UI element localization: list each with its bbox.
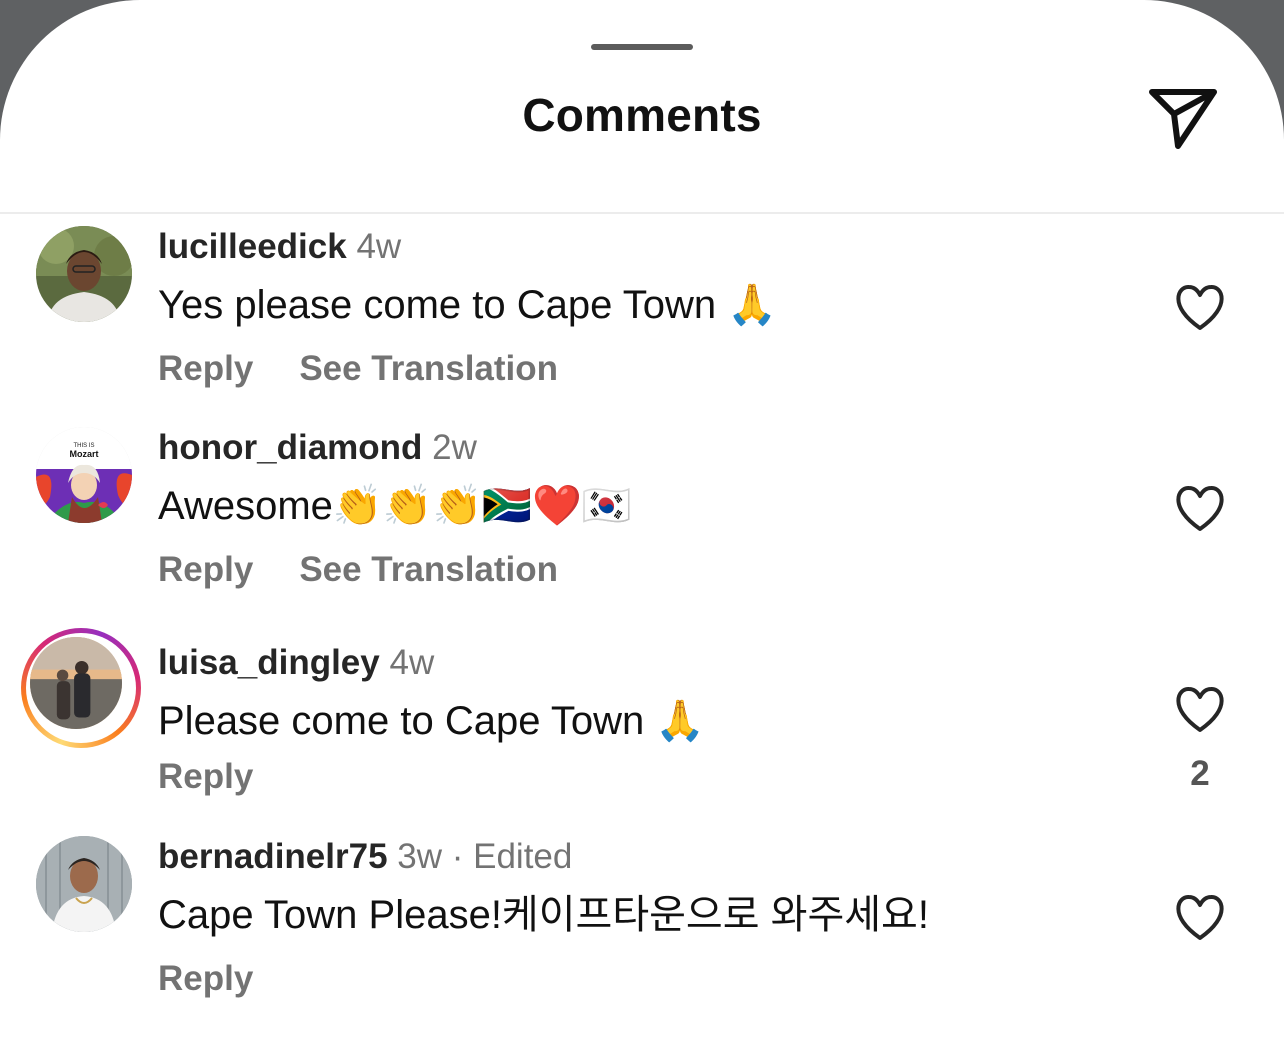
comment-text: Awesome👏👏👏🇿🇦❤️🇰🇷 <box>158 484 632 528</box>
comment-username[interactable]: bernadinelr75 <box>158 837 388 876</box>
reply-button[interactable]: Reply <box>158 959 253 998</box>
avatar-photo <box>36 836 132 932</box>
sheet-title: Comments <box>522 89 762 141</box>
comment-item: THIS IS Mozart honor_diamond 2w Awesome👏… <box>0 415 1284 615</box>
reply-button[interactable]: Reply <box>158 550 253 589</box>
svg-text:Mozart: Mozart <box>70 449 99 459</box>
heart-icon[interactable] <box>1174 485 1226 533</box>
comment-actions: Reply See Translation <box>158 549 604 591</box>
comment-header: luisa_dingley 4w <box>158 642 434 684</box>
comment-username[interactable]: luisa_dingley <box>158 643 380 682</box>
heart-icon[interactable] <box>1174 894 1226 942</box>
comment-text: Please come to Cape Town 🙏 <box>158 699 706 743</box>
comment-item: bernadinelr75 3w · Edited Cape Town Plea… <box>0 824 1284 1024</box>
avatar-photo <box>36 226 132 322</box>
reply-button[interactable]: Reply <box>158 757 253 796</box>
comment-time: 4w <box>389 643 435 682</box>
comment-time: 3w · Edited <box>397 837 573 876</box>
comment-username[interactable]: honor_diamond <box>158 428 422 467</box>
avatar[interactable]: THIS IS Mozart <box>36 427 132 523</box>
see-translation-button[interactable]: See Translation <box>299 349 558 388</box>
avatar[interactable] <box>30 637 122 729</box>
comment-item: lucilleedick 4w Yes please come to Cape … <box>0 214 1284 414</box>
story-ring[interactable] <box>21 628 141 748</box>
sheet-grabber[interactable] <box>591 44 693 50</box>
paper-plane-icon[interactable] <box>1146 84 1220 152</box>
comment-actions: Reply <box>158 958 299 1000</box>
comment-time: 2w <box>432 428 477 467</box>
comment-text: Yes please come to Cape Town 🙏 <box>158 283 778 327</box>
comment-text: Cape Town Please!케이프타운으로 와주세요! <box>158 893 929 937</box>
heart-icon[interactable] <box>1174 686 1226 734</box>
comment-username[interactable]: lucilleedick <box>158 227 347 266</box>
comment-actions: Reply <box>158 756 299 798</box>
like-count: 2 <box>1190 754 1210 793</box>
comment-header: honor_diamond 2w <box>158 427 477 469</box>
comment-time: 4w <box>356 227 402 266</box>
avatar-photo <box>30 637 122 729</box>
comment-header: bernadinelr75 3w · Edited <box>158 836 572 878</box>
comment-actions: Reply See Translation <box>158 348 604 390</box>
avatar-photo: THIS IS Mozart <box>36 427 132 523</box>
comment-item: luisa_dingley 4w Please come to Cape Tow… <box>0 628 1284 830</box>
see-translation-button[interactable]: See Translation <box>299 550 558 589</box>
reply-button[interactable]: Reply <box>158 349 253 388</box>
heart-icon[interactable] <box>1174 284 1226 332</box>
avatar[interactable] <box>36 836 132 932</box>
comments-sheet: Comments lucilleedick 4w Yes please come… <box>0 0 1284 1038</box>
avatar[interactable] <box>36 226 132 322</box>
comment-header: lucilleedick 4w <box>158 226 401 268</box>
